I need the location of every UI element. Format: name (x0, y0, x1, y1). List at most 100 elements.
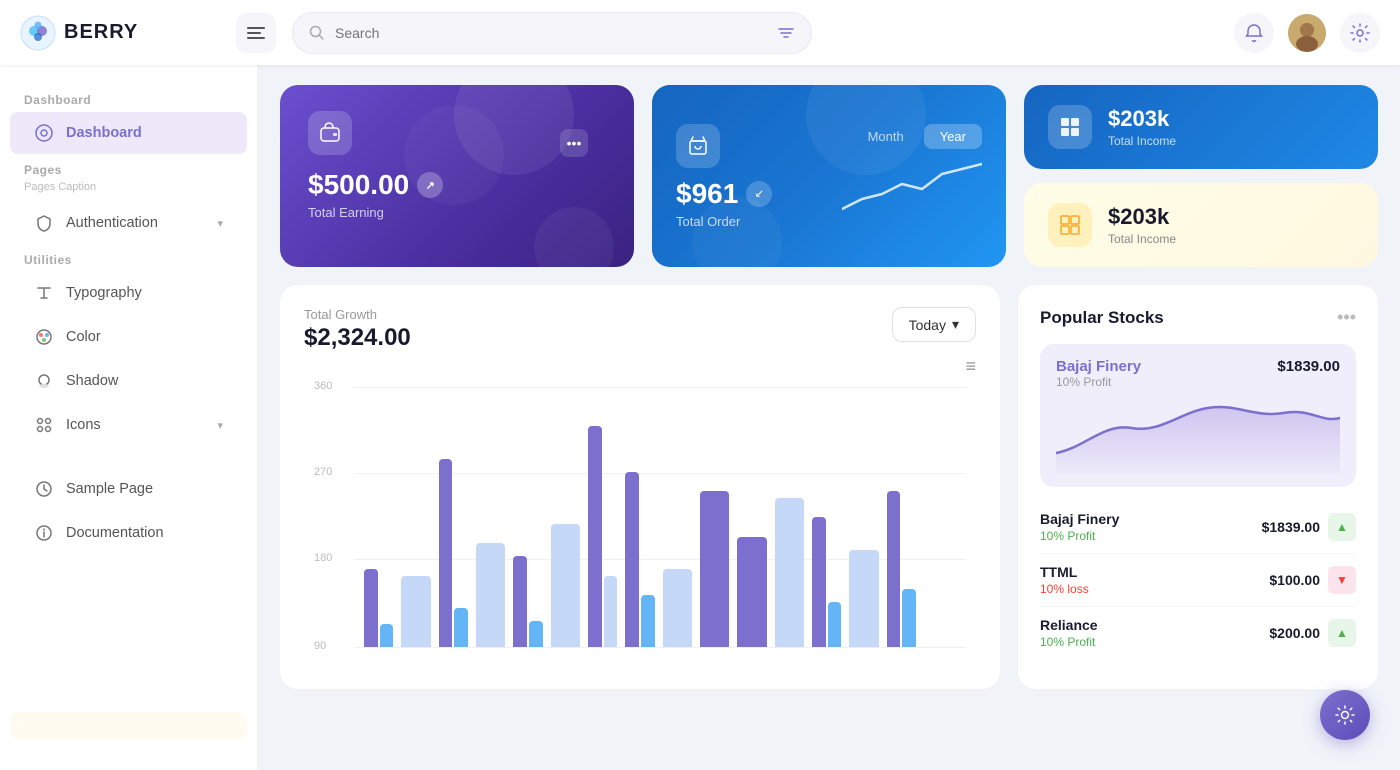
bar-blue-14 (902, 589, 916, 648)
trend-down-icon: ▼ (1328, 566, 1356, 594)
order-trend-icon: ↙ (746, 181, 772, 207)
notification-button[interactable] (1234, 13, 1274, 53)
search-bar (292, 12, 812, 54)
stock-row-bajaj: Bajaj Finery 10% Profit $1839.00 ▲ (1040, 501, 1356, 554)
sidebar-item-shadow-label: Shadow (66, 373, 118, 389)
authentication-icon (34, 213, 54, 233)
filter-icon[interactable] (777, 24, 795, 42)
bar-group-5 (551, 387, 580, 647)
card-income-top: $203k Total Income (1024, 85, 1378, 169)
sidebar-item-authentication[interactable]: Authentication ▾ (10, 202, 247, 244)
settings-button[interactable] (1340, 13, 1380, 53)
bar-light-8 (663, 569, 692, 647)
avatar-image (1288, 14, 1326, 52)
sidebar-item-shadow[interactable]: Shadow (10, 360, 247, 402)
color-icon (34, 327, 54, 347)
bar-blue-12 (828, 602, 842, 648)
stock-bajaj-right: $1839.00 ▲ (1262, 513, 1356, 541)
today-button[interactable]: Today ▾ (892, 307, 976, 342)
bar-group-13 (849, 387, 878, 647)
hamburger-icon (247, 24, 265, 42)
earning-amount: $500.00 ↗ (308, 169, 606, 201)
sidebar-item-sample-page-label: Sample Page (66, 481, 153, 497)
trend-up-icon: ▲ (1328, 513, 1356, 541)
bar-group-1 (401, 387, 430, 647)
sidebar-item-sample-page[interactable]: Sample Page (10, 468, 247, 510)
chevron-down-icon-today: ▾ (952, 316, 959, 333)
card-total-order: $961 ↙ Total Order Month Year (652, 85, 1006, 267)
chart-menu-icon[interactable]: ≡ (304, 356, 976, 377)
gear-icon (1350, 23, 1370, 43)
sidebar-bottom-decoration (10, 712, 247, 740)
bar-group-8 (663, 387, 692, 647)
income-bottom-amount: $203k (1108, 204, 1176, 230)
hamburger-button[interactable] (236, 13, 276, 53)
icons-icon (34, 415, 54, 435)
stock-bajaj-name: Bajaj Finery (1040, 511, 1119, 527)
earning-card-menu[interactable]: ••• (560, 129, 588, 157)
growth-amount: $2,324.00 (304, 324, 411, 352)
bar-blue-4 (529, 621, 543, 647)
shopping-bag-icon (687, 135, 709, 157)
bar-light-13 (849, 550, 878, 648)
card-income-bottom: $203k Total Income (1024, 183, 1378, 267)
stock-list: Bajaj Finery 10% Profit $1839.00 ▲ TTML … (1040, 501, 1356, 659)
stock-reliance-info: Reliance 10% Profit (1040, 617, 1098, 649)
sidebar-item-dashboard[interactable]: Dashboard (10, 112, 247, 154)
sample-page-icon (34, 479, 54, 499)
logo-icon (20, 15, 56, 51)
bar-light-1 (401, 576, 430, 648)
income-top-amount: $203k (1108, 106, 1176, 132)
avatar[interactable] (1288, 14, 1326, 52)
bar-purple-14 (887, 491, 901, 647)
sidebar-section-pages: Pages (0, 155, 257, 181)
sidebar-item-dashboard-label: Dashboard (66, 125, 142, 141)
search-input[interactable] (335, 25, 767, 41)
order-card-icon (676, 124, 720, 168)
tab-year[interactable]: Year (924, 124, 982, 149)
bar-chart-bars (314, 387, 966, 667)
sidebar-item-typography[interactable]: Typography (10, 272, 247, 314)
grid-icon (1059, 214, 1081, 236)
stock-mini-svg (1056, 393, 1340, 473)
sidebar-item-documentation-label: Documentation (66, 525, 164, 541)
topbar: BERRY (0, 0, 1400, 65)
bar-purple-9 (700, 491, 729, 647)
bar-purple-0 (364, 569, 378, 647)
stock-ttml-right: $100.00 ▼ (1269, 566, 1356, 594)
order-label: Total Order (676, 214, 772, 229)
dashboard-icon (34, 123, 54, 143)
sidebar-item-icons[interactable]: Icons ▾ (10, 404, 247, 446)
sidebar-item-typography-label: Typography (66, 285, 142, 301)
bar-light-3 (476, 543, 505, 647)
stock-ttml-price: $100.00 (1269, 572, 1320, 588)
stock-ttml-name: TTML (1040, 564, 1089, 580)
income-top-text: $203k Total Income (1108, 106, 1176, 148)
growth-header-left: Total Growth $2,324.00 (304, 307, 411, 352)
logo-area: BERRY (20, 15, 220, 51)
cards-row: ••• $500.00 ↗ Total Earning (280, 85, 1378, 267)
tab-month[interactable]: Month (852, 124, 920, 149)
featured-stock-chart (1056, 393, 1340, 473)
bar-purple-12 (812, 517, 826, 647)
search-icon (309, 25, 325, 41)
featured-stock-price: $1839.00 (1277, 358, 1340, 375)
bar-group-12 (812, 387, 841, 647)
order-amount-row: $961 ↙ (676, 178, 772, 210)
earning-label: Total Earning (308, 205, 606, 220)
bar-blue-0 (380, 624, 394, 647)
bar-group-11 (775, 387, 804, 647)
stocks-menu-icon[interactable]: ••• (1337, 307, 1356, 328)
stocks-card: Popular Stocks ••• Bajaj Finery 10% Prof… (1018, 285, 1378, 689)
featured-stock-name: Bajaj Finery (1056, 358, 1141, 375)
sidebar-item-color[interactable]: Color (10, 316, 247, 358)
documentation-icon (34, 523, 54, 543)
trend-up-icon-reliance: ▲ (1328, 619, 1356, 647)
fab-button[interactable] (1320, 690, 1370, 740)
growth-title: Total Growth (304, 307, 411, 322)
trend-icon: ↗ (417, 172, 443, 198)
sidebar-item-color-label: Color (66, 329, 101, 345)
sidebar-item-documentation[interactable]: Documentation (10, 512, 247, 554)
stock-reliance-profit: 10% Profit (1040, 635, 1098, 649)
sidebar-item-icons-label: Icons (66, 417, 101, 433)
